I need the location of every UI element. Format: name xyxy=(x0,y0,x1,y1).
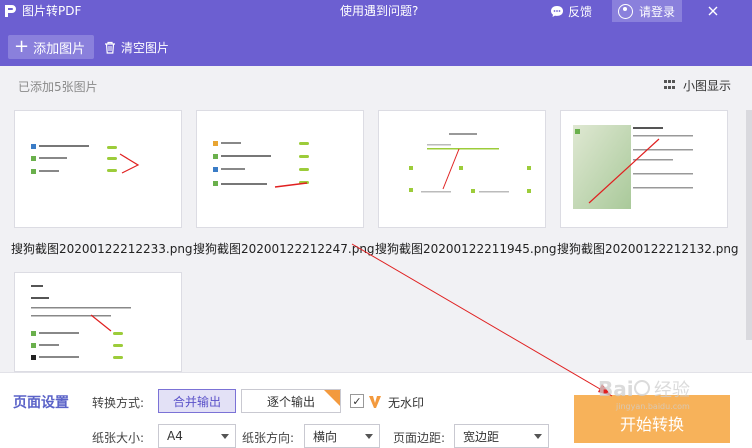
login-label: 请登录 xyxy=(639,4,676,19)
feedback-button[interactable]: 反馈 xyxy=(550,2,592,20)
paper-orientation-select[interactable]: 横向 xyxy=(304,424,380,448)
view-toggle-label: 小图显示 xyxy=(683,79,732,93)
single-output-option[interactable]: 逐个输出 xyxy=(241,389,341,413)
login-button[interactable]: 请登录 xyxy=(612,0,682,22)
feedback-label: 反馈 xyxy=(568,4,593,19)
image-filename: 搜狗截图20200122212132.png xyxy=(557,242,739,256)
clear-images-label: 清空图片 xyxy=(121,40,170,55)
merge-output-option[interactable]: 合并输出 xyxy=(158,389,236,413)
paper-orientation-label: 纸张方向: xyxy=(242,431,295,445)
page-margin-select[interactable]: 宽边距 xyxy=(454,424,549,448)
thumbnail-preview xyxy=(573,125,693,209)
grid-icon xyxy=(664,80,677,91)
vertical-scrollbar[interactable] xyxy=(746,110,752,340)
thumbnail-preview xyxy=(213,141,309,188)
image-filename: 搜狗截图20200122211945.png xyxy=(375,242,557,256)
page-margin-label: 页面边距: xyxy=(393,431,446,445)
user-avatar-icon xyxy=(618,3,633,19)
conversion-mode-label: 转换方式: xyxy=(92,396,145,410)
image-filename: 搜狗截图20200122212233.png xyxy=(11,242,193,256)
chat-bubble-icon xyxy=(551,5,563,17)
image-thumbnail[interactable] xyxy=(14,110,182,228)
paper-size-value: A4 xyxy=(167,429,183,443)
toolbar: + 添加图片 清空图片 xyxy=(0,22,752,66)
single-output-label: 逐个输出 xyxy=(266,394,315,409)
image-thumbnail[interactable] xyxy=(560,110,728,228)
image-filename: 搜狗截图20200122212247.png xyxy=(193,242,375,256)
app-title: 图片转PDF xyxy=(22,4,82,18)
vip-crown-icon xyxy=(369,396,381,408)
paper-size-label: 纸张大小: xyxy=(92,431,145,445)
chevron-down-icon xyxy=(221,434,229,439)
plus-icon: + xyxy=(14,36,30,57)
watermark-checkbox[interactable]: ✓ xyxy=(350,394,364,408)
thumbnail-preview xyxy=(409,133,531,193)
help-link[interactable]: 使用遇到问题? xyxy=(340,3,418,19)
image-to-pdf-window: 图片转PDF 使用遇到问题? 反馈 请登录 + 添加图片 清空图片 已添加5张图… xyxy=(0,0,752,448)
thumbnail-preview xyxy=(31,144,140,174)
small-view-toggle[interactable]: 小图显示 xyxy=(664,77,731,94)
close-icon[interactable] xyxy=(705,3,721,19)
chevron-down-icon xyxy=(365,434,373,439)
add-image-label: 添加图片 xyxy=(33,41,86,57)
start-convert-label: 开始转换 xyxy=(619,415,684,434)
clear-images-button[interactable]: 清空图片 xyxy=(104,35,169,59)
start-convert-button[interactable]: 开始转换 xyxy=(574,395,730,443)
image-thumbnail[interactable] xyxy=(14,272,182,372)
image-list-area: 已添加5张图片 小图显示 搜狗截图20200122212233.png 搜狗截图… xyxy=(0,66,752,372)
thumbnail-preview xyxy=(31,285,131,360)
page-settings-title: 页面设置 xyxy=(13,395,69,411)
title-bar: 图片转PDF 使用遇到问题? 反馈 请登录 xyxy=(0,0,752,22)
page-settings-panel: 页面设置 转换方式: 合并输出 逐个输出 ✓ 无水印 纸张大小: A4 纸张方向… xyxy=(0,372,752,448)
image-count-label: 已添加5张图片 xyxy=(18,80,98,94)
app-logo-icon xyxy=(5,5,16,17)
merge-output-label: 合并输出 xyxy=(172,394,221,409)
trash-icon xyxy=(105,41,115,54)
page-margin-value: 宽边距 xyxy=(463,429,500,444)
paper-size-select[interactable]: A4 xyxy=(158,424,236,448)
chevron-down-icon xyxy=(534,434,542,439)
no-watermark-label: 无水印 xyxy=(388,396,425,410)
add-image-button[interactable]: + 添加图片 xyxy=(8,35,94,59)
paper-orientation-value: 横向 xyxy=(313,429,338,444)
image-thumbnail[interactable] xyxy=(196,110,364,228)
vip-corner-badge-icon xyxy=(322,390,340,408)
image-thumbnail[interactable] xyxy=(378,110,546,228)
